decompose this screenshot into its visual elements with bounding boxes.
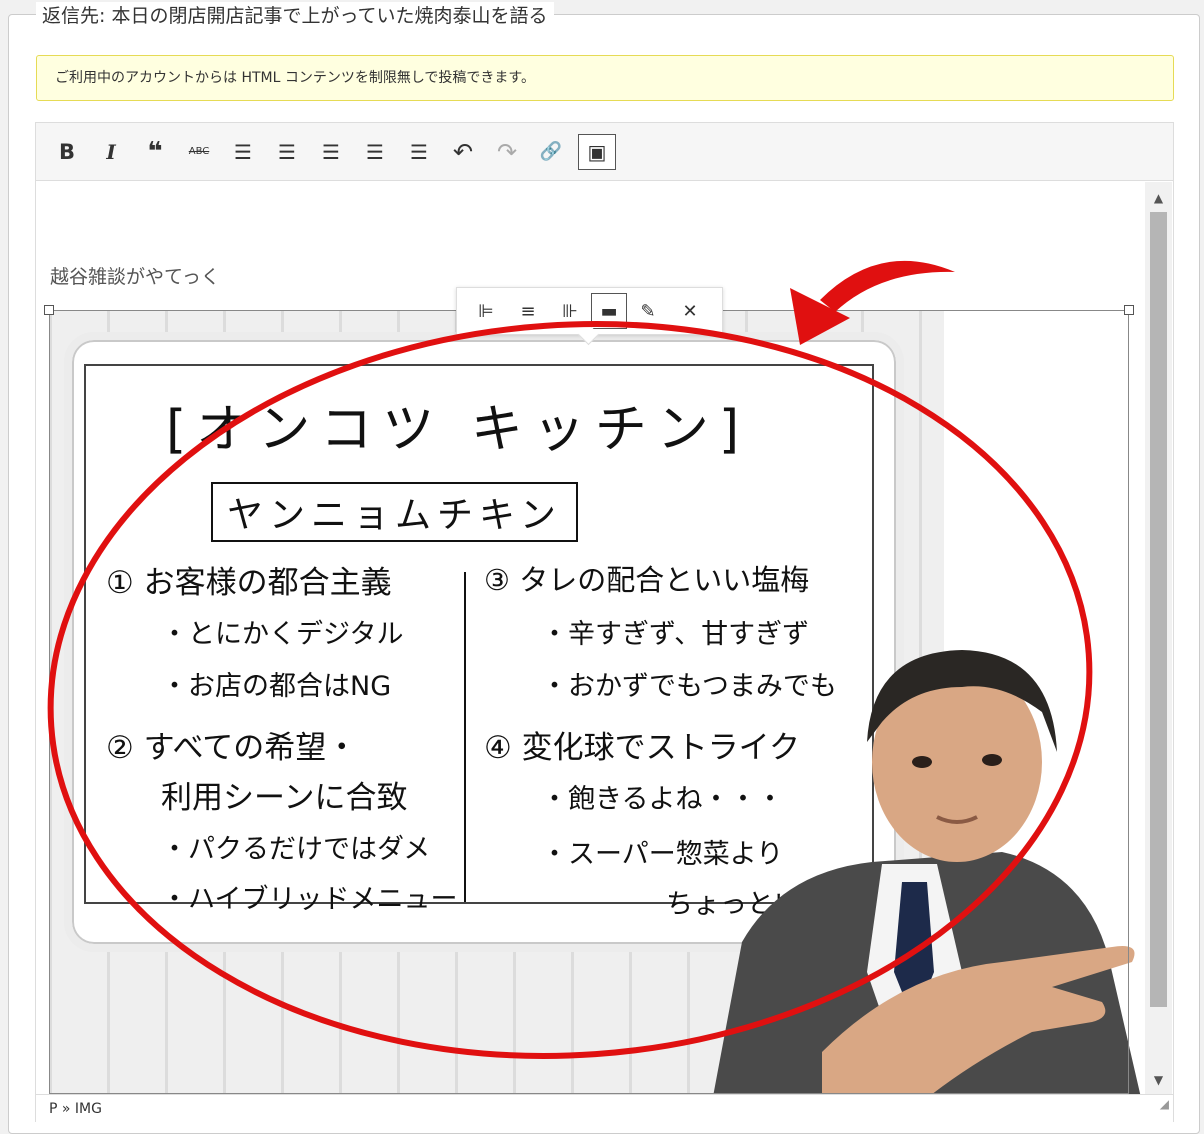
element-path[interactable]: P » IMG	[49, 1101, 102, 1117]
strikethrough-button[interactable]: ABC	[178, 133, 220, 171]
blockquote-button[interactable]: ❝	[134, 133, 176, 171]
image-align-center-button[interactable]: ≡	[507, 293, 549, 329]
bulleted-list-button[interactable]: ☰	[222, 133, 264, 171]
image-align-none-button[interactable]: ▬	[591, 293, 627, 329]
align-center-button[interactable]: ☰	[354, 133, 396, 171]
resize-handle-top-right[interactable]	[1124, 305, 1134, 315]
resize-grip-icon[interactable]: ◢	[1160, 1090, 1169, 1118]
align-left-button[interactable]: ☰	[310, 133, 352, 171]
bold-button[interactable]: B	[46, 133, 88, 171]
link-button[interactable]: 🔗	[530, 133, 572, 171]
html-notice: ご利用中のアカウントからは HTML コンテンツを制限無しで投稿できます。	[36, 55, 1174, 101]
scroll-up-icon[interactable]: ▲	[1145, 186, 1172, 210]
scroll-thumb[interactable]	[1150, 212, 1167, 1007]
align-right-button[interactable]: ☰	[398, 133, 440, 171]
editor-content[interactable]: 越谷雑談がやてっく [オンコツ キッチン] ヤンニョムチキン ① お客様の都合主…	[36, 182, 1144, 1094]
image-selection-frame	[44, 305, 1134, 1094]
insert-image-button[interactable]: ▣	[578, 133, 616, 170]
image-inline-toolbar: ⊫ ≡ ⊪ ▬ ✎ ✕	[456, 287, 723, 335]
editor-statusbar: P » IMG ◢	[36, 1094, 1173, 1122]
numbered-list-button[interactable]: ☰	[266, 133, 308, 171]
image-align-right-button[interactable]: ⊪	[549, 293, 591, 329]
undo-button[interactable]: ↶	[442, 133, 484, 171]
edit-image-icon[interactable]: ✎	[627, 293, 669, 329]
scroll-down-icon[interactable]: ▼	[1145, 1068, 1172, 1092]
italic-button[interactable]: I	[90, 133, 132, 171]
remove-image-icon[interactable]: ✕	[669, 293, 711, 329]
editor-toolbar: B I ❝ ABC ☰ ☰ ☰ ☰ ☰ ↶ ↷ 🔗 ▣	[36, 123, 1173, 181]
rich-text-editor: B I ❝ ABC ☰ ☰ ☰ ☰ ☰ ↶ ↷ 🔗 ▣ 越谷雑談がやてっく [オ…	[35, 122, 1174, 1122]
redo-button[interactable]: ↷	[486, 133, 528, 171]
reply-legend: 返信先: 本日の閉店開店記事で上がっていた焼肉泰山を語る	[36, 2, 554, 30]
image-align-left-button[interactable]: ⊫	[465, 293, 507, 329]
content-paragraph: 越谷雑談がやてっく	[50, 266, 220, 288]
resize-handle-top-left[interactable]	[44, 305, 54, 315]
editor-scrollbar[interactable]: ▲ ▼	[1145, 182, 1172, 1094]
